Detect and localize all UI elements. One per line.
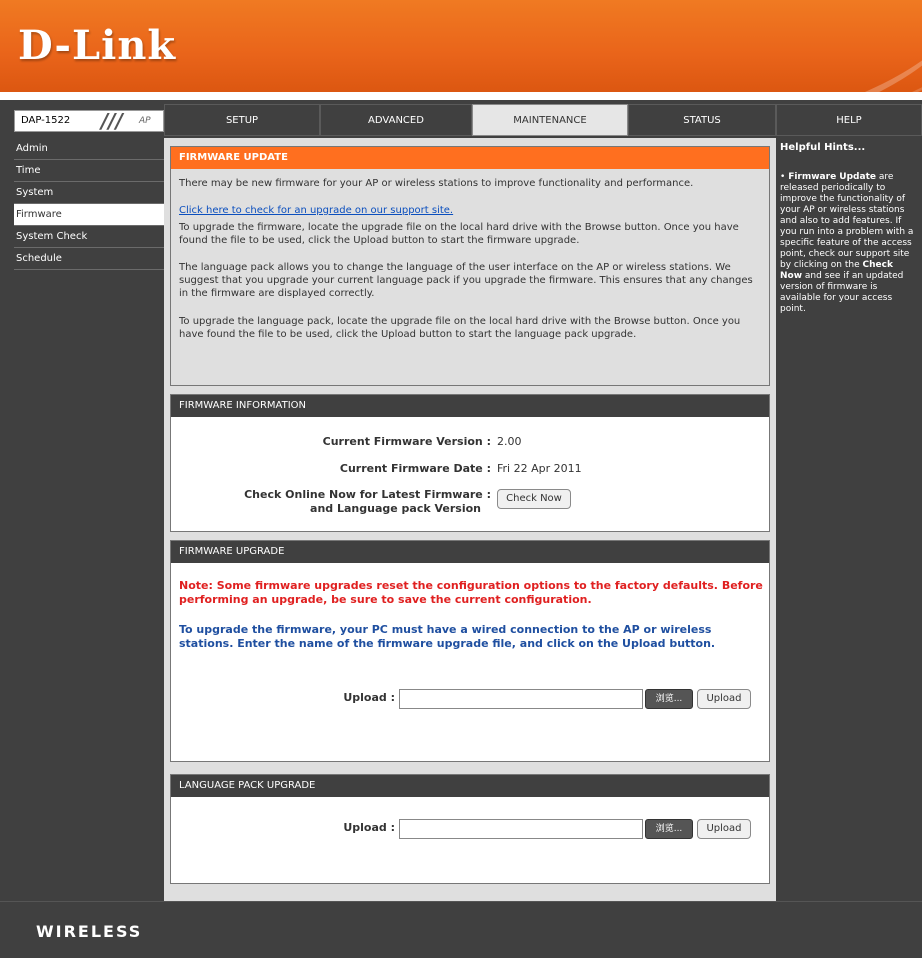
help-text-1: are released periodically to improve the… [780,172,914,270]
firmware-upgrade-note: Note: Some firmware upgrades reset the c… [179,579,763,606]
language-browse-button[interactable]: 浏览... [645,819,693,839]
check-now-button[interactable]: Check Now [497,489,571,509]
sidebar-item-firmware[interactable]: Firmware [14,204,164,226]
sidebar-item-admin[interactable]: Admin [14,138,164,160]
firmware-upload-button[interactable]: Upload [697,689,751,709]
model-ap-label: AP [139,116,151,126]
top-nav: DAP-1522 /// AP SETUP ADVANCED MAINTENAN… [0,100,922,138]
sidebar: Admin Time System Firmware System Check … [14,138,164,901]
sidebar-item-time[interactable]: Time [14,160,164,182]
header-swoosh-2 [413,0,922,100]
check-online-label-2: and Language pack Version [310,502,481,515]
tab-setup[interactable]: SETUP [164,104,320,136]
language-pack-description: The language pack allows you to change t… [179,262,753,299]
firmware-file-input[interactable] [399,689,643,709]
header-divider [0,92,922,100]
language-upload-label: Upload : [343,821,395,834]
sidebar-item-system-check[interactable]: System Check [14,226,164,248]
firmware-upgrade-instructions: To upgrade the firmware, your PC must ha… [179,623,716,650]
current-firmware-version-label: Current Firmware Version : [322,435,491,448]
firmware-update-intro: There may be new firmware for your AP or… [179,178,694,189]
header-banner: D-Link [0,0,922,100]
support-site-link[interactable]: Click here to check for an upgrade on ou… [179,204,759,217]
tab-status[interactable]: STATUS [628,104,776,136]
firmware-update-title: FIRMWARE UPDATE [171,147,769,169]
bullet-icon: • [780,172,786,182]
language-file-input[interactable] [399,819,643,839]
language-upload-button[interactable]: Upload [697,819,751,839]
firmware-upgrade-title: FIRMWARE UPGRADE [171,541,769,563]
tab-advanced[interactable]: ADVANCED [320,104,472,136]
firmware-update-section: FIRMWARE UPDATE There may be new firmwar… [170,146,770,386]
current-firmware-version-value: 2.00 [497,435,522,448]
firmware-browse-button[interactable]: 浏览... [645,689,693,709]
main-content: FIRMWARE UPDATE There may be new firmwar… [164,138,776,901]
sidebar-item-system[interactable]: System [14,182,164,204]
firmware-upload-label: Upload : [343,691,395,704]
language-pack-instructions: To upgrade the language pack, locate the… [179,316,741,340]
current-firmware-date-label: Current Firmware Date : [339,462,491,475]
sidebar-item-schedule[interactable]: Schedule [14,248,164,270]
help-body: • Firmware Update are released periodica… [780,172,916,315]
model-name: DAP-1522 [21,115,71,126]
check-online-label: Check Online Now for Latest Firmware : [244,488,491,501]
help-panel: Helpful Hints... • Firmware Update are r… [776,138,922,901]
firmware-information-title: FIRMWARE INFORMATION [171,395,769,417]
current-firmware-date-value: Fri 22 Apr 2011 [497,462,582,475]
model-box: DAP-1522 /// AP [14,109,164,133]
help-heading: Firmware Update [788,172,876,182]
footer: WIRELESS [0,901,922,958]
page: D-Link DAP-1522 /// AP SETUP ADVANCED MA… [0,0,922,958]
tab-maintenance[interactable]: MAINTENANCE [472,104,628,136]
firmware-upgrade-section: FIRMWARE UPGRADE Note: Some firmware upg… [170,540,770,762]
firmware-information-section: FIRMWARE INFORMATION Current Firmware Ve… [170,394,770,532]
help-title: Helpful Hints... [780,142,866,153]
firmware-update-instructions: To upgrade the firmware, locate the upgr… [179,222,739,246]
footer-wireless-label: WIRELESS [36,922,143,941]
model-slash-icon: /// [101,109,123,133]
tab-help[interactable]: HELP [776,104,922,136]
language-pack-upgrade-section: LANGUAGE PACK UPGRADE Upload : 浏览... Upl… [170,774,770,884]
language-pack-upgrade-title: LANGUAGE PACK UPGRADE [171,775,769,797]
dlink-logo: D-Link [18,22,177,69]
